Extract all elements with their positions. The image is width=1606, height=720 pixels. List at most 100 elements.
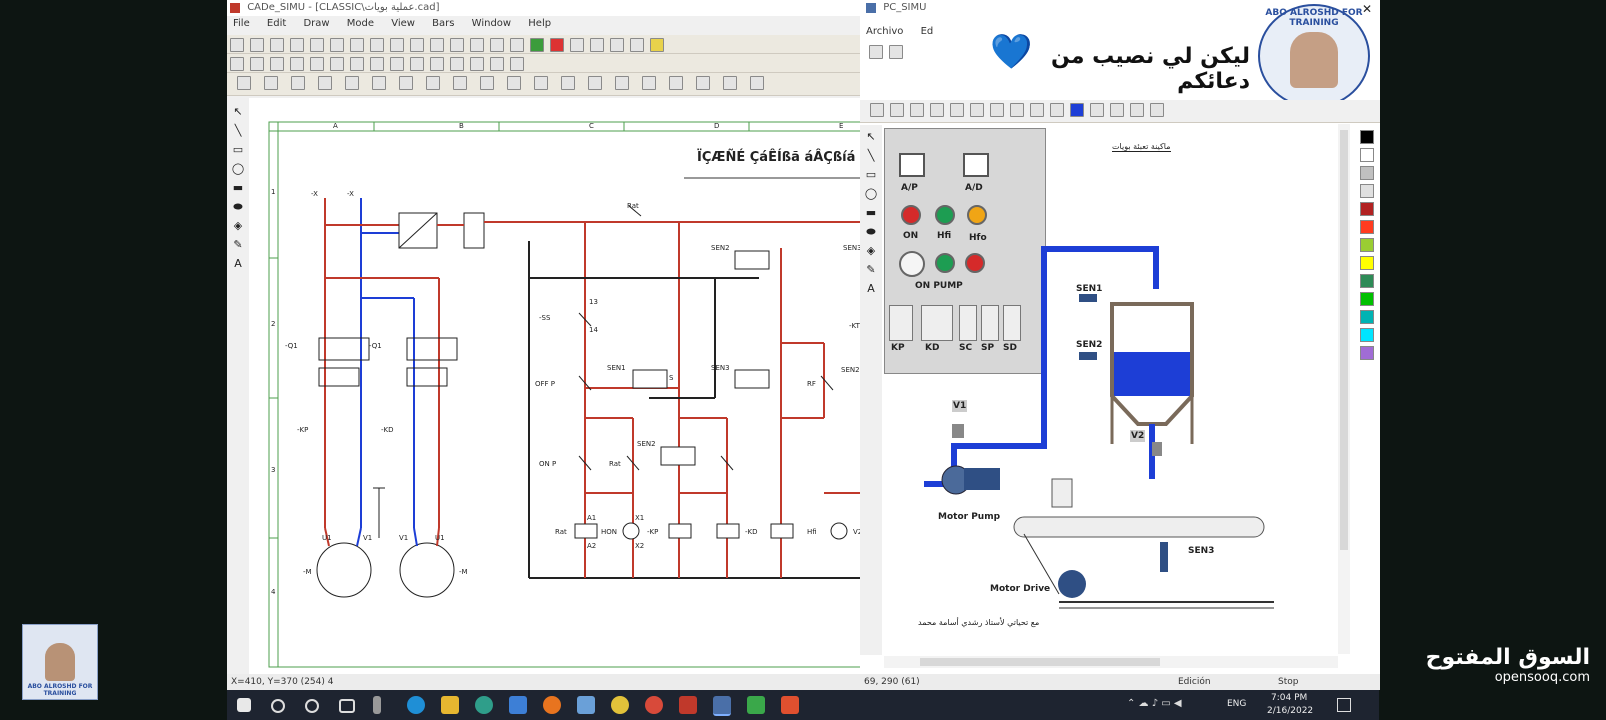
fill-ellipse-tool-icon[interactable]: ⬬ xyxy=(231,200,245,214)
component-14-icon[interactable] xyxy=(588,76,602,90)
palette-swatch[interactable] xyxy=(1360,166,1374,180)
zoom-in-icon[interactable] xyxy=(370,38,384,52)
contact-icon[interactable] xyxy=(330,57,344,71)
rotate-icon[interactable] xyxy=(490,38,504,52)
component-4-icon[interactable] xyxy=(318,76,332,90)
open-folder-icon[interactable] xyxy=(889,45,903,59)
close-icon[interactable]: ✕ xyxy=(1362,2,1372,16)
component-9-icon[interactable] xyxy=(453,76,467,90)
coil-icon[interactable] xyxy=(350,57,364,71)
play-icon[interactable] xyxy=(530,38,544,52)
component-16-icon[interactable] xyxy=(642,76,656,90)
new-file-icon[interactable] xyxy=(230,38,244,52)
component-12-icon[interactable] xyxy=(534,76,548,90)
new-file-icon[interactable] xyxy=(869,45,883,59)
motor-tool-icon[interactable] xyxy=(1010,103,1024,117)
menu-file[interactable]: File xyxy=(233,18,250,29)
palette-swatch[interactable] xyxy=(1360,238,1374,252)
notification-icon[interactable] xyxy=(1337,698,1351,712)
open-folder-icon[interactable] xyxy=(250,38,264,52)
simulation-scene[interactable]: A/P A/D ON Hfi Hfo ON PUMP KP KD SC SP S… xyxy=(884,124,1354,654)
text-tool-icon[interactable]: A xyxy=(864,282,878,296)
component-8-icon[interactable] xyxy=(426,76,440,90)
lamp-icon[interactable] xyxy=(390,57,404,71)
palette-swatch[interactable] xyxy=(1360,148,1374,162)
bucket-tool-icon[interactable]: ◈ xyxy=(864,244,878,258)
tank-tool-icon[interactable] xyxy=(970,103,984,117)
undo-icon[interactable] xyxy=(450,38,464,52)
cade-drawing-canvas[interactable]: ÏÇÆÑÉ ÇáÊÍßã áÂÇßíá A B C D E 1 2 3 4 -X… xyxy=(249,98,862,674)
copy-icon[interactable] xyxy=(330,38,344,52)
pause-icon[interactable] xyxy=(570,38,584,52)
store-icon[interactable] xyxy=(509,696,527,714)
palette-swatch[interactable] xyxy=(1360,256,1374,270)
gauge-tool-icon[interactable] xyxy=(1030,103,1044,117)
menu-help[interactable]: Help xyxy=(528,18,551,29)
rect-tool-icon[interactable]: ▭ xyxy=(231,143,245,157)
lightbulb-icon[interactable] xyxy=(650,38,664,52)
sensor-tool-icon[interactable] xyxy=(990,103,1004,117)
component-1-icon[interactable] xyxy=(237,76,251,90)
palette-swatch[interactable] xyxy=(1360,346,1374,360)
bar-tool-icon[interactable] xyxy=(1090,103,1104,117)
arrow-tool-icon[interactable]: ↖ xyxy=(864,130,878,144)
text-tool-icon[interactable]: A xyxy=(231,257,245,271)
redo-icon[interactable] xyxy=(470,38,484,52)
cylinder-tool-icon[interactable] xyxy=(930,103,944,117)
menu-edit[interactable]: Edit xyxy=(267,18,286,29)
wire-tool-icon[interactable] xyxy=(1110,103,1124,117)
palette-swatch[interactable] xyxy=(1360,220,1374,234)
connector-icon[interactable] xyxy=(490,57,504,71)
pen-tool-icon[interactable]: ✎ xyxy=(864,263,878,277)
vertical-scroll-thumb[interactable] xyxy=(1340,130,1348,550)
menu-window[interactable]: Window xyxy=(472,18,511,29)
language-indicator[interactable]: ENG xyxy=(1227,699,1246,709)
palette-swatch[interactable] xyxy=(1360,202,1374,216)
palette-swatch[interactable] xyxy=(1360,310,1374,324)
palette-swatch[interactable] xyxy=(1360,130,1374,144)
sensor-icon[interactable] xyxy=(410,57,424,71)
grid-icon[interactable] xyxy=(610,38,624,52)
mirror-icon[interactable] xyxy=(510,38,524,52)
timer-icon[interactable] xyxy=(430,57,444,71)
chart-tool-icon[interactable] xyxy=(1130,103,1144,117)
clock-time[interactable]: 7:04 PM xyxy=(1271,693,1307,703)
menu-mode[interactable]: Mode xyxy=(347,18,374,29)
pointer-icon[interactable] xyxy=(230,57,244,71)
cortana-icon[interactable] xyxy=(305,699,319,713)
supply-icon[interactable] xyxy=(250,57,264,71)
print-icon[interactable] xyxy=(290,38,304,52)
chrome-2-icon[interactable] xyxy=(645,696,663,714)
valve-tool-icon[interactable] xyxy=(950,103,964,117)
firefox-icon[interactable] xyxy=(543,696,561,714)
vertical-scrollbar[interactable] xyxy=(1338,124,1350,654)
stop-icon[interactable] xyxy=(550,38,564,52)
menu-draw[interactable]: Draw xyxy=(303,18,329,29)
component-20-icon[interactable] xyxy=(750,76,764,90)
edge-icon[interactable] xyxy=(407,696,425,714)
properties-icon[interactable] xyxy=(630,38,644,52)
component-15-icon[interactable] xyxy=(615,76,629,90)
horizontal-scroll-thumb[interactable] xyxy=(920,658,1160,666)
fill-rect-tool-icon[interactable]: ▬ xyxy=(864,206,878,220)
fuse-icon[interactable] xyxy=(310,57,324,71)
dash-icon[interactable] xyxy=(510,57,524,71)
cut-icon[interactable] xyxy=(310,38,324,52)
step-icon[interactable] xyxy=(590,38,604,52)
palette-swatch[interactable] xyxy=(1360,184,1374,198)
component-6-icon[interactable] xyxy=(372,76,386,90)
fill-ellipse-tool-icon[interactable]: ⬬ xyxy=(864,225,878,239)
arrow-tool-icon[interactable]: ↖ xyxy=(231,105,245,119)
camtasia-icon[interactable] xyxy=(747,696,765,714)
palette-swatch[interactable] xyxy=(1360,328,1374,342)
palette-swatch[interactable] xyxy=(1360,292,1374,306)
component-3-icon[interactable] xyxy=(291,76,305,90)
wire-icon[interactable] xyxy=(470,57,484,71)
ellipse-tool-icon[interactable]: ◯ xyxy=(231,162,245,176)
switch-icon[interactable] xyxy=(270,57,284,71)
pump-tool-icon[interactable] xyxy=(910,103,924,117)
line-tool-icon[interactable]: ╲ xyxy=(231,124,245,138)
zoom-out-icon[interactable] xyxy=(390,38,404,52)
start-icon[interactable] xyxy=(237,698,251,712)
pipe-tool-icon[interactable] xyxy=(890,103,904,117)
